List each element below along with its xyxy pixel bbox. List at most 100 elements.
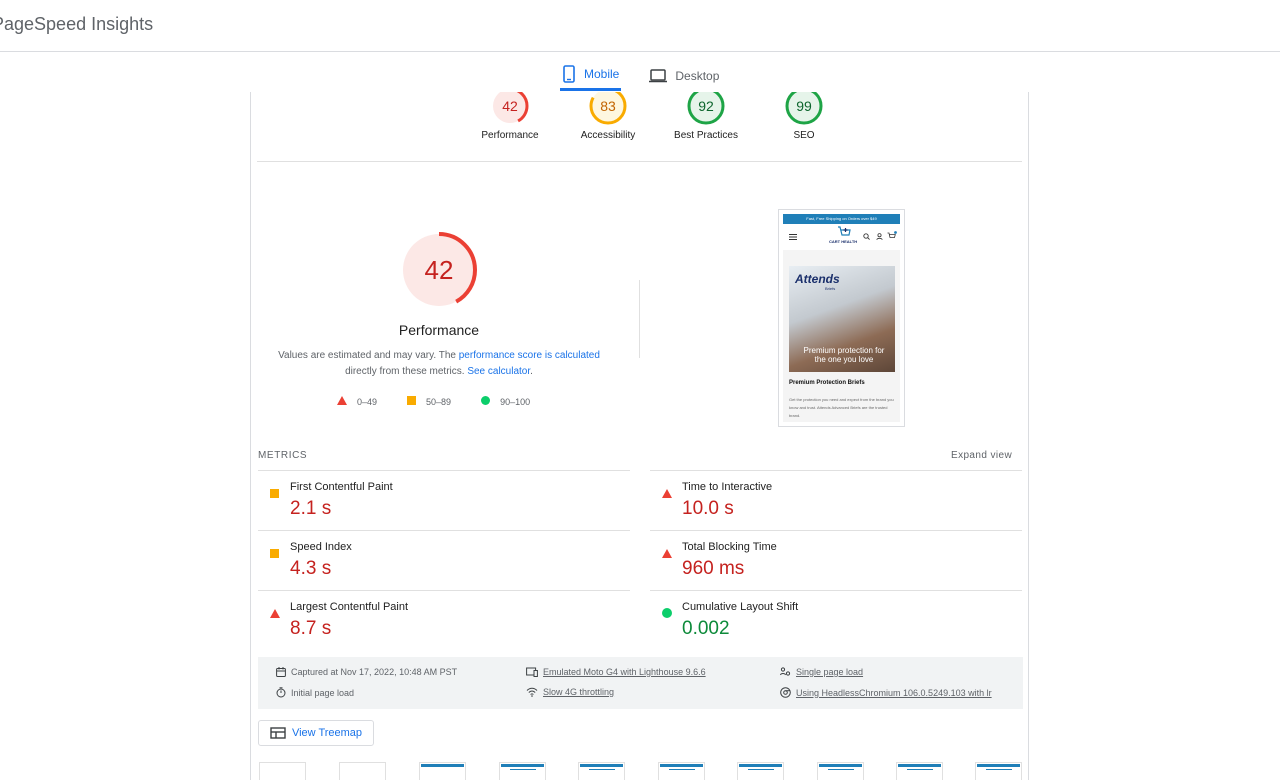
divider [257, 161, 1022, 162]
gauge-ring: 42 [491, 92, 529, 125]
metric-si: Speed Index 4.3 s [258, 530, 630, 590]
filmstrip-frame [658, 762, 705, 780]
gauge-best-practices[interactable]: 92 Best Practices [657, 92, 755, 141]
filmstrip-frame [896, 762, 943, 780]
performance-gauge-ring: 42 [401, 232, 477, 308]
metric-tbt: Total Blocking Time 960 ms [650, 530, 1022, 590]
app-header: PageSpeed Insights [0, 0, 1280, 52]
metric-value: 8.7 s [290, 618, 332, 639]
metric-value: 4.3 s [290, 558, 332, 579]
treemap-icon [270, 727, 286, 739]
filmstrip-frame [578, 762, 625, 780]
filmstrip-frame [339, 762, 386, 780]
device-info[interactable]: Emulated Moto G4 with Lighthouse 9.6.6 [526, 667, 706, 677]
network-text: Slow 4G throttling [543, 687, 615, 697]
performance-description: Values are estimated and may vary. The p… [269, 348, 609, 380]
square-icon [270, 545, 279, 563]
user-icon [876, 233, 883, 240]
performance-gauge: 42 [399, 230, 479, 315]
initial-load-info: Initial page load [276, 687, 354, 698]
metric-name: Speed Index [290, 541, 352, 553]
network-info[interactable]: Slow 4G throttling [526, 687, 614, 697]
gauge-label: Accessibility [580, 130, 636, 141]
cart-icon [887, 231, 897, 238]
screenshot-body: Attends Briefs Premium protection for th… [783, 250, 900, 422]
session-info[interactable]: Single page load [780, 667, 863, 677]
legend-poor-label: 0–49 [357, 396, 378, 407]
gauge-ring: 83 [589, 92, 627, 125]
hamburger-icon [789, 234, 797, 240]
tab-mobile-label: Mobile [584, 67, 620, 81]
screenshot-banner: Fast, Free Shipping on Orders over $49 [783, 214, 900, 224]
gauge-score: 83 [600, 98, 616, 114]
initial-load-text: Initial page load [291, 687, 355, 698]
metric-name: Time to Interactive [682, 481, 773, 493]
desc-prefix: Values are estimated and may vary. The [278, 350, 459, 361]
run-info-panel: Captured at Nov 17, 2022, 10:48 AM PST I… [258, 657, 1023, 709]
app-title[interactable]: PageSpeed Insights [0, 14, 153, 35]
see-calculator-link[interactable]: See calculator [467, 366, 530, 377]
gauge-ring: 92 [687, 92, 725, 125]
legend-good: 90–100 [481, 396, 530, 407]
gauge-score: 92 [698, 98, 714, 114]
tab-desktop-label: Desktop [675, 68, 720, 83]
view-treemap-button[interactable]: View Treemap [258, 720, 374, 746]
device-tabs: Mobile Desktop [560, 60, 747, 92]
laptop-icon [649, 68, 668, 82]
hero-caption: Premium protection for the one you love [803, 346, 885, 364]
legend-average: 50–89 [407, 396, 451, 407]
filmstrip-frame [975, 762, 1022, 780]
hero-image: Attends Briefs Premium protection for th… [789, 266, 895, 372]
final-screenshot[interactable]: Fast, Free Shipping on Orders over $49 C… [778, 209, 905, 427]
gauge-ring: 99 [785, 92, 823, 125]
session-text: Single page load [796, 667, 864, 677]
metric-name: Largest Contentful Paint [290, 601, 409, 613]
metric-value: 0.002 [682, 618, 730, 639]
gauge-label: SEO [793, 130, 815, 141]
browser-text: Using HeadlessChromium 106.0.5249.103 wi… [796, 687, 992, 698]
metric-fcp: First Contentful Paint 2.1 s [258, 470, 630, 530]
search-icon [863, 233, 870, 240]
legend-good-label: 90–100 [500, 396, 531, 407]
circle-icon [662, 605, 672, 623]
gauge-performance[interactable]: 42 Performance [461, 92, 559, 141]
performance-score-link[interactable]: performance score is calculated [459, 350, 600, 361]
captured-text: Captured at Nov 17, 2022, 10:48 AM PST [291, 667, 458, 677]
screenshot-logo: CART HEALTH [829, 239, 858, 244]
wifi-icon [526, 687, 538, 697]
report-card: 42 Performance 83 Accessibility 92 Best … [250, 92, 1029, 780]
expand-view-button[interactable]: Expand view [951, 450, 1012, 461]
triangle-icon [662, 485, 672, 503]
view-treemap-label: View Treemap [291, 727, 363, 739]
people-icon [780, 667, 791, 676]
desc-suffix: . [530, 366, 533, 377]
device-text: Emulated Moto G4 with Lighthouse 9.6.6 [543, 667, 706, 677]
filmstrip-frame [817, 762, 864, 780]
filmstrip-frame [419, 762, 466, 780]
gauge-accessibility[interactable]: 83 Accessibility [559, 92, 657, 141]
circle-icon [481, 396, 491, 407]
product-title: Premium Protection Briefs [789, 380, 865, 386]
timer-icon [276, 687, 286, 698]
attends-logo: Attends [795, 272, 840, 286]
metric-name: Cumulative Layout Shift [682, 601, 799, 613]
gauge-score: 42 [502, 98, 518, 114]
metric-value: 960 ms [682, 558, 745, 579]
captured-info: Captured at Nov 17, 2022, 10:48 AM PST [276, 667, 457, 677]
gauge-seo[interactable]: 99 SEO [755, 92, 853, 141]
product-desc: Get the protection you need and expect f… [789, 397, 894, 418]
square-icon [270, 485, 279, 503]
filmstrip-frame [737, 762, 784, 780]
legend-poor: 0–49 [337, 396, 377, 407]
summary-gauges: 42 Performance 83 Accessibility 92 Best … [461, 92, 853, 141]
tab-mobile[interactable]: Mobile [560, 60, 622, 91]
performance-score: 42 [425, 255, 454, 285]
legend-average-label: 50–89 [426, 396, 452, 407]
gauge-score: 99 [796, 98, 812, 114]
tab-desktop[interactable]: Desktop [647, 60, 721, 91]
chrome-icon [780, 687, 791, 698]
metric-value: 10.0 s [682, 498, 734, 519]
browser-info[interactable]: Using HeadlessChromium 106.0.5249.103 wi… [780, 687, 992, 698]
gauge-label: Best Practices [674, 130, 738, 141]
metric-value: 2.1 s [290, 498, 332, 519]
